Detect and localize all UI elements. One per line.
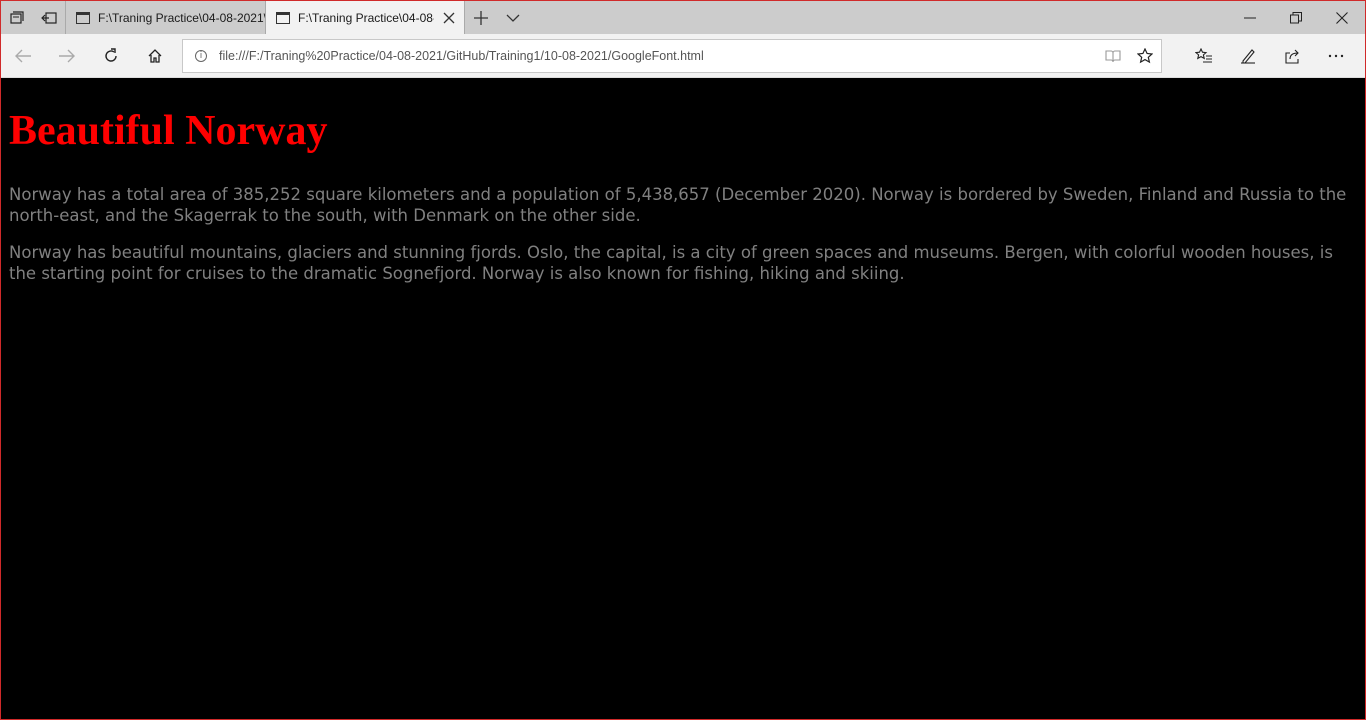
refresh-icon[interactable] [89,34,133,78]
page-icon [276,11,290,24]
plus-icon[interactable] [465,1,497,34]
paragraph-attractions: Norway has beautiful mountains, glaciers… [9,243,1333,283]
favorites-list-icon[interactable] [1182,34,1226,78]
tab-title: F:\Traning Practice\04-08-2021\GitHub\Tr… [298,10,434,25]
more-icon[interactable] [1314,34,1358,78]
tab-googlefont-2[interactable]: F:\Traning Practice\04-08-2021\GitHub\Tr… [265,1,465,34]
tabs-aside-icon[interactable] [1,1,33,34]
pen-icon[interactable] [1226,34,1270,78]
minimize-icon[interactable] [1227,1,1273,34]
tab-title: F:\Traning Practice\04-08-2021\GitHub\Tr… [98,10,265,25]
page-icon [76,11,90,24]
close-icon[interactable] [434,1,464,34]
tab-strip: F:\Traning Practice\04-08-2021\GitHub\Tr… [1,1,1365,34]
paragraph-area-population: Norway has a total area of 385,252 squar… [9,185,1347,225]
address-bar[interactable]: i file:///F:/Traning%20Practice/04-08-20… [182,38,1162,73]
browser-window: F:\Traning Practice\04-08-2021\GitHub\Tr… [0,0,1366,720]
star-icon[interactable] [1129,39,1161,73]
arrow-right-icon[interactable] [45,34,89,78]
window-controls [1227,1,1365,34]
restore-icon[interactable] [1273,1,1319,34]
address-url[interactable]: file:///F:/Traning%20Practice/04-08-2021… [219,49,1097,63]
tabs-back-icon[interactable] [33,1,65,34]
page-content: Beautiful Norway Norway has a total area… [1,78,1365,719]
navigation-toolbar: i file:///F:/Traning%20Practice/04-08-20… [1,34,1365,78]
info-icon[interactable]: i [183,49,219,62]
book-icon[interactable] [1097,39,1129,73]
share-icon[interactable] [1270,34,1314,78]
page-heading: Beautiful Norway [9,108,328,154]
chevron-down-icon[interactable] [497,1,529,34]
tab-googlefont-1[interactable]: F:\Traning Practice\04-08-2021\GitHub\Tr… [65,1,265,34]
toolbar-actions [1182,34,1358,78]
arrow-left-icon[interactable] [1,34,45,78]
home-icon[interactable] [133,34,177,78]
close-icon[interactable] [1319,1,1365,34]
